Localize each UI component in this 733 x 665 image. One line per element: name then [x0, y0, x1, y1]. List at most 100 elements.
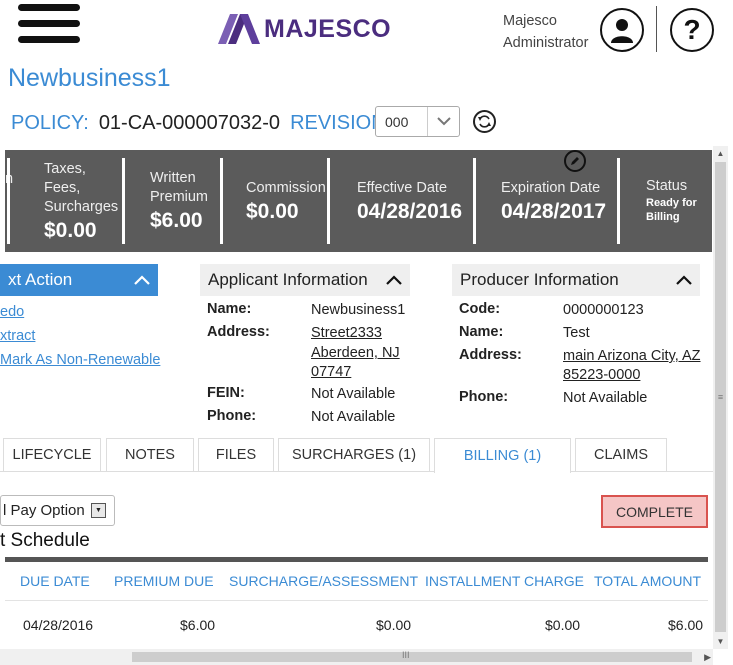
taxes-value: $0.00: [44, 219, 97, 242]
written-label-2: Premium: [150, 189, 209, 205]
producer-address-line2[interactable]: 85223-0000: [563, 366, 640, 385]
applicant-fein-value: Not Available: [311, 386, 396, 402]
summary-divider: [617, 158, 620, 244]
status-label: Status: [646, 178, 688, 194]
action-link-mark-non-renewable[interactable]: Mark As Non-Renewable: [0, 352, 160, 368]
next-action-title: xt Action: [8, 270, 73, 289]
column-header-premium-due[interactable]: PREMIUM DUE: [114, 573, 214, 589]
producer-code-value: 0000000123: [563, 302, 644, 318]
header-divider: [656, 6, 657, 52]
revision-select[interactable]: 000: [375, 106, 460, 137]
horizontal-scrollbar[interactable]: III ▶: [0, 649, 713, 665]
chevron-up-icon[interactable]: [676, 275, 692, 285]
tab-lifecycle[interactable]: LIFECYCLE: [3, 438, 101, 471]
tab-surcharges[interactable]: SURCHARGES (1): [278, 438, 430, 471]
scroll-right-icon[interactable]: ▶: [704, 649, 711, 665]
summary-effective-date: Effective Date 04/28/2016: [357, 179, 462, 252]
help-button[interactable]: ?: [670, 8, 714, 52]
summary-taxes: Taxes, Fees, Surcharges $0.00: [44, 160, 118, 252]
summary-commission: Commission $0.00: [246, 179, 326, 252]
taxes-label-2: Fees,: [44, 180, 81, 196]
applicant-address-line1[interactable]: Street2333: [311, 324, 382, 343]
producer-info-header[interactable]: Producer Information: [452, 264, 700, 296]
action-link-extract[interactable]: xtract: [0, 328, 35, 344]
next-action-links: edo xtract Mark As Non-Renewable: [0, 300, 160, 372]
cell-total-amount: $6.00: [668, 617, 704, 633]
column-header-total-amount[interactable]: TOTAL AMOUNT: [594, 573, 701, 589]
producer-code-label: Code:: [459, 301, 501, 317]
summary-divider: [473, 158, 476, 244]
applicant-info-title: Applicant Information: [208, 270, 368, 289]
logo-mark-icon: [218, 14, 260, 44]
taxes-label-1: Taxes,: [44, 161, 86, 177]
user-name: Majesco Administrator: [503, 10, 588, 54]
summary-written-premium: Written Premium $6.00: [150, 169, 208, 252]
majesco-logo: MAJESCO: [218, 12, 391, 46]
chevron-down-icon[interactable]: ▼: [91, 503, 106, 518]
column-header-surcharge[interactable]: SURCHARGE/ASSESSMENT: [229, 573, 418, 589]
summary-divider: [220, 158, 223, 244]
scroll-up-icon[interactable]: ▲: [713, 146, 728, 161]
status-value-2: Billing: [646, 211, 680, 223]
grip-icon: ≡: [717, 392, 724, 402]
menu-bar: [18, 20, 80, 27]
expiration-label: Expiration Date: [501, 180, 601, 196]
written-label-1: Written: [150, 170, 196, 186]
expiration-value: 04/28/2017: [501, 200, 607, 223]
schedule-divider: [5, 557, 708, 562]
summary-divider: [7, 158, 10, 244]
cell-surcharge: $0.00: [376, 617, 412, 633]
applicant-info-header[interactable]: Applicant Information: [200, 264, 410, 296]
user-icon: [611, 19, 633, 43]
action-link-redo[interactable]: edo: [0, 304, 24, 320]
summary-status: Status Ready for Billing: [646, 177, 697, 252]
complete-button[interactable]: COMPLETE: [601, 495, 708, 528]
summary-divider: [122, 158, 125, 244]
producer-info-title: Producer Information: [460, 270, 619, 289]
column-header-installment-charge[interactable]: INSTALLMENT CHARGE: [425, 573, 584, 589]
tab-billing[interactable]: BILLING (1): [434, 438, 571, 473]
producer-phone-value: Not Available: [563, 390, 648, 406]
vertical-scrollbar[interactable]: ▲ ≡ ▼: [713, 146, 728, 649]
chevron-down-icon[interactable]: [427, 107, 459, 136]
effective-value: 04/28/2016: [357, 200, 463, 223]
producer-address-line1[interactable]: main Arizona City, AZ: [563, 347, 701, 366]
commission-label: Commission: [246, 180, 326, 196]
applicant-phone-label: Phone:: [207, 408, 257, 424]
logo-text: MAJESCO: [264, 14, 392, 43]
tab-files[interactable]: FILES: [198, 438, 274, 471]
cell-premium-due: $6.00: [180, 617, 216, 633]
cell-due-date: 04/28/2016: [23, 617, 94, 633]
chevron-up-icon[interactable]: [134, 275, 150, 285]
grip-icon: III: [402, 650, 410, 660]
refresh-icon[interactable]: [473, 110, 496, 133]
taxes-label-3: Surcharges: [44, 199, 119, 215]
scrollbar-thumb[interactable]: III: [132, 650, 692, 662]
user-profile-button[interactable]: [600, 8, 644, 52]
next-action-header[interactable]: xt Action: [0, 264, 158, 296]
chevron-up-icon[interactable]: [386, 275, 402, 285]
pencil-icon[interactable]: [564, 150, 586, 172]
applicant-name-value: Newbusiness1: [311, 302, 406, 318]
scroll-down-icon[interactable]: ▼: [713, 634, 728, 649]
schedule-title: t Schedule: [0, 530, 90, 551]
scrollbar-thumb[interactable]: ≡: [715, 162, 726, 632]
page-title: Newbusiness1: [8, 64, 171, 92]
menu-icon[interactable]: [18, 4, 80, 50]
applicant-address-label: Address:: [207, 324, 270, 340]
applicant-address-line3[interactable]: 07747: [311, 363, 351, 382]
tab-claims[interactable]: CLAIMS: [575, 438, 667, 471]
revision-value: 000: [385, 113, 409, 130]
tab-bar: LIFECYCLE NOTES FILES SURCHARGES (1) BIL…: [0, 438, 713, 473]
pay-option-select[interactable]: l Pay Option ▼: [0, 495, 115, 526]
tab-notes[interactable]: NOTES: [106, 438, 194, 471]
policy-number: 01-CA-000007032-0: [98, 111, 281, 134]
user-name-line1: Majesco: [503, 13, 557, 29]
policy-summary-bar: n Taxes, Fees, Surcharges $0.00 Written …: [5, 150, 712, 252]
applicant-address-line2[interactable]: Aberdeen, NJ: [311, 344, 400, 363]
producer-name-label: Name:: [459, 324, 504, 340]
policy-label: POLICY:: [11, 111, 89, 134]
menu-bar: [18, 36, 80, 43]
column-header-due-date[interactable]: DUE DATE: [20, 573, 90, 589]
applicant-fein-label: FEIN:: [207, 385, 245, 401]
